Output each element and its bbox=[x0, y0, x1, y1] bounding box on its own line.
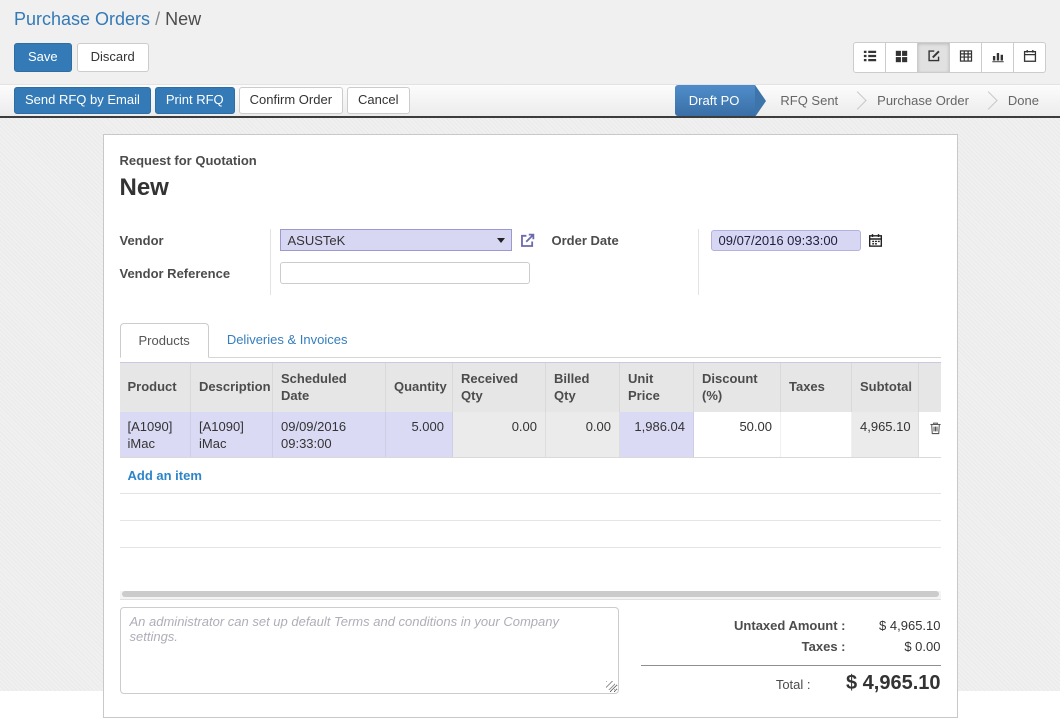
breadcrumb-current: New bbox=[165, 9, 201, 29]
status-step-rfq-sent[interactable]: RFQ Sent bbox=[769, 85, 849, 116]
form-view-button[interactable] bbox=[917, 42, 950, 73]
view-switcher bbox=[853, 42, 1046, 73]
notebook-tabs: Products Deliveries & Invoices bbox=[120, 323, 941, 358]
total-label: Total : bbox=[776, 674, 811, 695]
pivot-view-button[interactable] bbox=[949, 42, 982, 73]
vendor-reference-label: Vendor Reference bbox=[120, 262, 270, 284]
vendor-select-value: ASUSTeK bbox=[288, 233, 346, 248]
cell-quantity[interactable]: 5.000 bbox=[386, 412, 453, 458]
totals-divider bbox=[641, 665, 941, 666]
status-step-done[interactable]: Done bbox=[997, 85, 1050, 116]
chevron-right-icon bbox=[848, 91, 866, 109]
discard-button[interactable]: Discard bbox=[77, 43, 149, 71]
order-date-input[interactable] bbox=[711, 230, 861, 251]
graph-view-button[interactable] bbox=[981, 42, 1014, 73]
column-header-quantity: Quantity bbox=[386, 363, 453, 412]
tab-products[interactable]: Products bbox=[120, 323, 209, 358]
document-type-label: Request for Quotation bbox=[120, 153, 941, 168]
cell-subtotal: 4,965.10 bbox=[852, 412, 919, 458]
breadcrumb-separator: / bbox=[155, 9, 160, 29]
form-edit-icon bbox=[927, 49, 941, 66]
add-item-row: Add an item bbox=[120, 457, 941, 494]
status-step-purchase-order[interactable]: Purchase Order bbox=[866, 85, 980, 116]
cancel-button[interactable]: Cancel bbox=[347, 87, 409, 113]
taxes-label: Taxes : bbox=[802, 636, 846, 657]
add-an-item-link[interactable]: Add an item bbox=[128, 468, 202, 483]
horizontal-scrollbar bbox=[120, 591, 941, 600]
page-title: New bbox=[120, 174, 941, 202]
list-icon bbox=[863, 49, 877, 66]
chevron-right-icon bbox=[979, 91, 997, 109]
send-rfq-by-email-button[interactable]: Send RFQ by Email bbox=[14, 87, 151, 113]
breadcrumb-purchase-orders[interactable]: Purchase Orders bbox=[14, 9, 150, 29]
total-value: $ 4,965.10 bbox=[811, 673, 941, 694]
kanban-icon bbox=[895, 50, 908, 66]
notes-wrapper bbox=[120, 607, 619, 697]
cell-scheduled-date[interactable]: 09/09/2016 09:33:00 bbox=[273, 412, 386, 458]
empty-line-row bbox=[120, 494, 941, 521]
vendor-select[interactable]: ASUSTeK bbox=[280, 229, 512, 251]
actions-row: Save Discard bbox=[14, 42, 1046, 73]
column-header-unit-price: Unit Price bbox=[620, 363, 694, 412]
form-sheet: Request for Quotation New Vendor Vendor … bbox=[103, 134, 958, 718]
totals-block: Untaxed Amount : $ 4,965.10 Taxes : $ 0.… bbox=[641, 607, 941, 695]
caret-down-icon bbox=[497, 238, 505, 243]
list-view-button[interactable] bbox=[853, 42, 886, 73]
cell-product[interactable]: [A1090] iMac bbox=[120, 412, 191, 458]
untaxed-amount-label: Untaxed Amount : bbox=[734, 615, 845, 636]
graph-icon bbox=[991, 49, 1005, 66]
calendar-icon bbox=[1023, 49, 1037, 66]
cell-taxes[interactable] bbox=[781, 412, 852, 458]
statusbar-steps: Draft PO RFQ Sent Purchase Order Done bbox=[675, 85, 1060, 116]
print-rfq-button[interactable]: Print RFQ bbox=[155, 87, 235, 113]
cell-discount[interactable]: 50.00 bbox=[694, 412, 781, 458]
column-header-received-qty: Received Qty bbox=[453, 363, 546, 412]
taxes-value: $ 0.00 bbox=[846, 636, 941, 657]
status-action-bar: Send RFQ by Email Print RFQ Confirm Orde… bbox=[0, 84, 1060, 118]
pivot-table-icon bbox=[959, 49, 973, 66]
breadcrumb: Purchase Orders/New bbox=[14, 9, 1046, 30]
trash-icon bbox=[929, 421, 942, 438]
footer-section: Untaxed Amount : $ 4,965.10 Taxes : $ 0.… bbox=[120, 607, 941, 697]
external-link-icon[interactable] bbox=[519, 232, 536, 249]
record-actions: Send RFQ by Email Print RFQ Confirm Orde… bbox=[14, 85, 410, 116]
empty-line-row bbox=[120, 521, 941, 548]
column-header-scheduled-date: Scheduled Date bbox=[273, 363, 386, 412]
cell-received-qty: 0.00 bbox=[453, 412, 546, 458]
confirm-order-button[interactable]: Confirm Order bbox=[239, 87, 343, 113]
vendor-label: Vendor bbox=[120, 229, 270, 251]
untaxed-amount-value: $ 4,965.10 bbox=[846, 615, 941, 636]
column-header-discount: Discount (%) bbox=[694, 363, 781, 412]
horizontal-scrollbar-thumb[interactable] bbox=[122, 591, 939, 597]
cell-unit-price[interactable]: 1,986.04 bbox=[620, 412, 694, 458]
column-header-product: Product bbox=[120, 363, 191, 412]
cell-description[interactable]: [A1090] iMac bbox=[191, 412, 273, 458]
cell-billed-qty: 0.00 bbox=[546, 412, 620, 458]
column-header-taxes: Taxes bbox=[781, 363, 852, 412]
kanban-view-button[interactable] bbox=[885, 42, 918, 73]
calendar-view-button[interactable] bbox=[1013, 42, 1046, 73]
form-background: Request for Quotation New Vendor Vendor … bbox=[0, 118, 1060, 691]
column-header-description: Description bbox=[191, 363, 273, 412]
delete-line-button[interactable] bbox=[927, 420, 944, 439]
terms-conditions-textarea[interactable] bbox=[120, 607, 619, 694]
column-header-billed-qty: Billed Qty bbox=[546, 363, 620, 412]
top-bar: Purchase Orders/New Save Discard bbox=[0, 0, 1060, 84]
status-step-draft-po[interactable]: Draft PO bbox=[675, 85, 756, 116]
order-lines-table: Product Description Scheduled Date Quant… bbox=[120, 362, 941, 575]
order-date-label: Order Date bbox=[552, 229, 698, 251]
empty-line-row bbox=[120, 548, 941, 575]
vendor-reference-input[interactable] bbox=[280, 262, 530, 284]
column-header-subtotal: Subtotal bbox=[852, 363, 919, 412]
tab-deliveries-invoices[interactable]: Deliveries & Invoices bbox=[209, 323, 366, 357]
order-line-row: [A1090] iMac [A1090] iMac 09/09/2016 09:… bbox=[120, 412, 941, 458]
calendar-picker-icon[interactable] bbox=[868, 233, 883, 248]
table-header-row: Product Description Scheduled Date Quant… bbox=[120, 363, 941, 412]
header-fields: Vendor Vendor Reference ASUSTeK bbox=[120, 229, 941, 295]
save-button[interactable]: Save bbox=[14, 43, 72, 71]
column-header-delete bbox=[919, 363, 941, 412]
